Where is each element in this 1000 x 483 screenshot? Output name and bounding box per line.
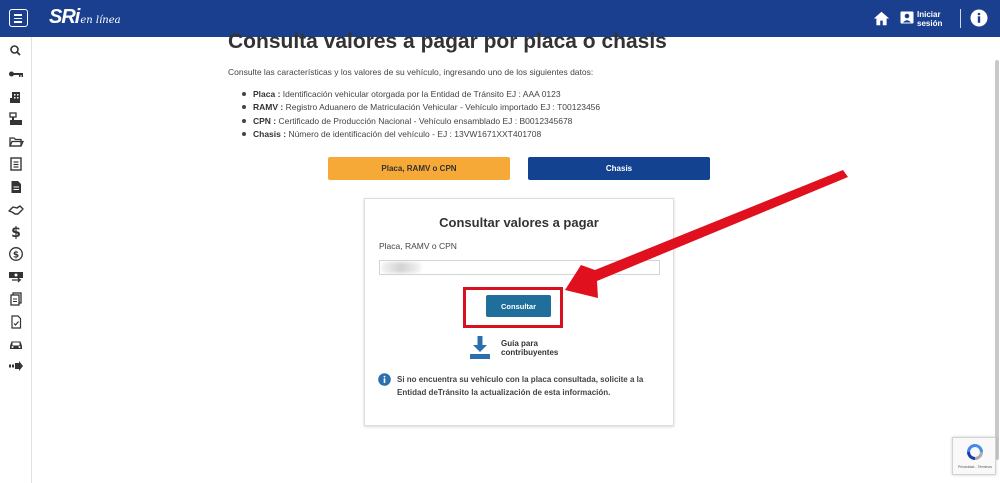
- download-icon[interactable]: [469, 335, 491, 360]
- plate-field-label: Placa, RAMV o CPN: [379, 241, 457, 251]
- desc-cpn: Certificado de Producción Nacional - Veh…: [276, 115, 573, 126]
- list-item: RAMV : Registro Aduanero de Matriculació…: [242, 102, 600, 115]
- info-circle-icon: [378, 373, 391, 386]
- sidebar: $ $: [0, 37, 32, 483]
- info-icon[interactable]: [970, 9, 988, 27]
- logo-main-text: SRi: [49, 6, 80, 28]
- login-line-1: Iniciar: [917, 10, 941, 19]
- consultar-button[interactable]: Consultar: [486, 295, 551, 317]
- search-icon[interactable]: [8, 43, 24, 59]
- home-icon[interactable]: [873, 10, 890, 27]
- header-divider: [960, 9, 961, 28]
- key-icon[interactable]: [8, 66, 24, 82]
- money-transfer-icon[interactable]: [8, 269, 24, 285]
- term-cpn: CPN :: [253, 115, 277, 126]
- page-title: Consulta valores a pagar por placa o cha…: [228, 30, 667, 53]
- guide-link[interactable]: Guía para contribuyentes: [501, 339, 559, 357]
- term-placa: Placa :: [253, 89, 281, 99]
- scrollbar-thumb[interactable]: [995, 60, 999, 460]
- hamburger-menu-icon[interactable]: [9, 9, 28, 27]
- svg-text:$: $: [13, 251, 19, 261]
- cash-register-icon[interactable]: [8, 111, 24, 127]
- list-item: CPN : Certificado de Producción Nacional…: [242, 116, 600, 129]
- desc-ramv: Registro Aduanero de Matriculación Vehic…: [283, 102, 601, 113]
- desc-placa: Identificación vehicular otorgada por la…: [280, 89, 561, 99]
- guide-line-2: contribuyentes: [501, 347, 559, 357]
- arrow-right-icon[interactable]: [8, 358, 24, 374]
- term-chasis: Chasis :: [253, 128, 287, 139]
- user-card-icon[interactable]: [900, 11, 914, 24]
- list-item: Placa : Identificación vehicular otorgad…: [242, 89, 600, 102]
- sri-logo[interactable]: SRien línea: [49, 6, 121, 29]
- list-item: Chasis : Número de identificación del ve…: [242, 129, 600, 142]
- document-check-icon[interactable]: [8, 314, 24, 330]
- tab-placa-ramv-cpn[interactable]: Placa, RAMV o CPN: [328, 157, 510, 180]
- recaptcha-icon: [967, 444, 983, 460]
- login-line-2: sesión: [917, 19, 943, 28]
- intro-text: Consulte las características y los valor…: [228, 67, 594, 77]
- dollar-icon[interactable]: $: [8, 224, 24, 240]
- tab-chasis[interactable]: Chasis: [528, 157, 710, 180]
- card-title: Consultar valores a pagar: [439, 215, 599, 230]
- dollar-circle-icon[interactable]: $: [8, 246, 24, 262]
- recaptcha-links[interactable]: Privacidad - Términos: [955, 465, 995, 469]
- folder-open-icon[interactable]: [8, 134, 24, 150]
- car-icon[interactable]: [8, 336, 24, 352]
- logo-sub-text: en línea: [80, 15, 121, 26]
- svg-text:$: $: [11, 225, 21, 240]
- plate-input[interactable]: [379, 260, 660, 275]
- identifier-list: Placa : Identificación vehicular otorgad…: [242, 89, 600, 142]
- building-icon[interactable]: [8, 89, 24, 105]
- desc-chasis: Número de identificación del vehículo - …: [286, 128, 542, 139]
- document-list-icon[interactable]: [8, 156, 24, 172]
- handshake-icon[interactable]: [8, 202, 24, 218]
- term-ramv: RAMV :: [253, 102, 284, 113]
- login-link[interactable]: Iniciar sesión: [917, 10, 942, 28]
- documents-stack-icon[interactable]: [8, 291, 24, 307]
- redacted-value: [381, 262, 421, 273]
- recaptcha-badge[interactable]: Privacidad - Términos: [952, 437, 996, 475]
- info-note: Si no encuentra su vehículo con la placa…: [397, 375, 644, 397]
- document-icon[interactable]: [8, 179, 24, 195]
